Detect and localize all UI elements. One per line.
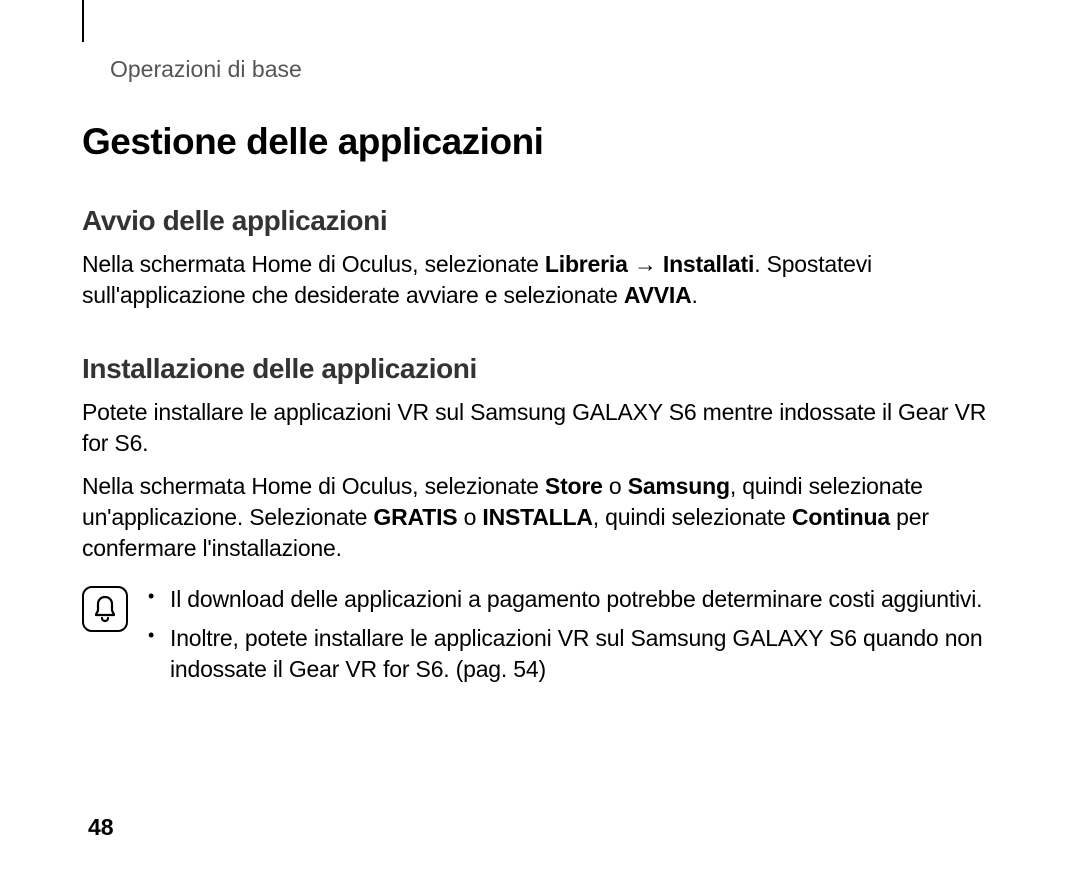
label-start: AVVIA (624, 282, 692, 308)
text: Nella schermata Home di Oculus, selezion… (82, 251, 545, 277)
page-content: Operazioni di base Gestione delle applic… (82, 0, 1012, 693)
text: o (603, 473, 628, 499)
note-item-2: Inoltre, potete installare le applicazio… (148, 623, 1012, 685)
note-item-1: Il download delle applicazioni a pagamen… (148, 584, 1012, 615)
text: Nella schermata Home di Oculus, selezion… (82, 473, 545, 499)
section-1-paragraph: Nella schermata Home di Oculus, selezion… (82, 249, 1012, 311)
text: . (692, 282, 698, 308)
note-bell-icon (82, 586, 128, 632)
label-installed: Installati (663, 251, 754, 277)
note-list: Il download delle applicazioni a pagamen… (148, 584, 1012, 693)
page-title: Gestione delle applicazioni (82, 121, 1012, 163)
page-number: 48 (88, 814, 114, 841)
running-header: Operazioni di base (82, 0, 1012, 83)
label-continue: Continua (792, 504, 890, 530)
arrow: → (628, 251, 663, 277)
text: o (457, 504, 482, 530)
label-install: INSTALLA (482, 504, 592, 530)
text: , quindi selezionate (593, 504, 792, 530)
section-2-paragraph-2: Nella schermata Home di Oculus, selezion… (82, 471, 1012, 564)
note-block: Il download delle applicazioni a pagamen… (82, 584, 1012, 693)
section-1-heading: Avvio delle applicazioni (82, 205, 1012, 237)
label-library: Libreria (545, 251, 628, 277)
section-2-paragraph-1: Potete installare le applicazioni VR sul… (82, 397, 1012, 459)
section-2-heading: Installazione delle applicazioni (82, 353, 1012, 385)
label-samsung: Samsung (628, 473, 730, 499)
label-store: Store (545, 473, 603, 499)
label-free: GRATIS (373, 504, 457, 530)
